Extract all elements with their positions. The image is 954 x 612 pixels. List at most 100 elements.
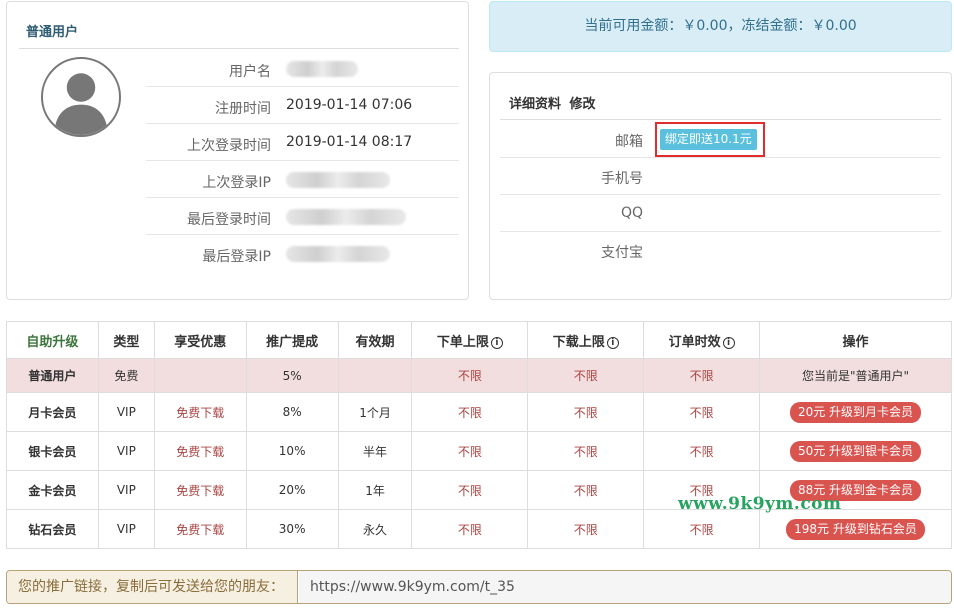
type-cell: 免费 [97, 358, 155, 393]
edit-profile-link[interactable]: 修改 [570, 97, 596, 112]
order-time-cell: 不限 [643, 509, 761, 549]
header-download-limit-text: 下载上限 [552, 334, 605, 350]
bind-email-button[interactable]: 绑定即送10.1元 [660, 129, 757, 150]
order-time-cell: 不限 [643, 431, 761, 471]
detail-title-text: 详细资料 [509, 97, 562, 112]
info-row-username: 用户名 [146, 50, 459, 87]
profile-title: 普通用户 [19, 19, 459, 49]
register-time-value: 2019-01-14 07:06 [286, 97, 413, 113]
profile-panel: 普通用户 用户名 注册时间 2019-01-14 07:06 上次登录时间 20… [6, 1, 469, 300]
level-cell: 银卡会员 [6, 431, 99, 471]
validity-cell [337, 358, 413, 393]
header-benefit: 享受优惠 [153, 321, 247, 359]
action-cell: 50元 升级到银卡会员 [759, 431, 952, 471]
action-cell: 20元 升级到月卡会员 [759, 392, 952, 432]
register-time-label: 注册时间 [215, 101, 271, 117]
info-row-last-login-ip: 上次登录IP [146, 161, 459, 198]
balance-panel: 当前可用金额：￥0.00，冻结金额：￥0.00 [489, 1, 952, 52]
order-time-cell: 不限 [643, 358, 761, 393]
type-cell: VIP [97, 392, 155, 432]
level-cell: 普通用户 [6, 358, 99, 393]
detail-row-alipay: 支付宝 [500, 232, 941, 269]
detail-info: 邮箱 绑定即送10.1元 手机号 QQ 支付宝 [500, 121, 941, 269]
type-cell: VIP [97, 431, 155, 471]
action-cell: 88元 升级到金卡会员 [759, 470, 952, 510]
type-cell: VIP [97, 470, 155, 510]
header-validity: 有效期 [337, 321, 413, 359]
info-row-last-login-time: 上次登录时间 2019-01-14 08:17 [146, 124, 459, 161]
username-label: 用户名 [229, 64, 271, 80]
table-header-row: 自助升级 类型 享受优惠 推广提成 有效期 下单上限 i 下载上限 i 订单时效 i … [6, 321, 952, 359]
profile-info: 用户名 注册时间 2019-01-14 07:06 上次登录时间 2019-01… [146, 50, 459, 272]
table-row-silver: 银卡会员 VIP 免费下载 10% 半年 不限 不限 不限 50元 升级到银卡会… [6, 431, 952, 471]
commission-cell: 10% [245, 431, 339, 471]
referral-bar: 您的推广链接，复制后可发送给您的朋友： [6, 570, 952, 604]
validity-cell: 1个月 [337, 392, 413, 432]
bind-email-highlight: 绑定即送10.1元 [655, 122, 765, 157]
header-self-upgrade: 自助升级 [6, 321, 99, 359]
table-row-monthly: 月卡会员 VIP 免费下载 8% 1个月 不限 不限 不限 20元 升级到月卡会… [6, 392, 952, 432]
final-login-ip-value-redacted [286, 246, 390, 262]
avatar [41, 57, 121, 137]
username-value-redacted [286, 61, 358, 77]
validity-cell: 1年 [337, 470, 413, 510]
type-cell: VIP [97, 509, 155, 549]
detail-row-qq: QQ [500, 195, 941, 232]
detail-panel: 详细资料 修改 邮箱 绑定即送10.1元 手机号 QQ 支付宝 [489, 72, 952, 300]
header-order-limit: 下单上限 i [411, 321, 529, 359]
email-label: 邮箱 [615, 134, 643, 150]
level-cell: 金卡会员 [6, 470, 99, 510]
info-row-register-time: 注册时间 2019-01-14 07:06 [146, 87, 459, 124]
order-limit-cell: 不限 [411, 358, 529, 393]
upgrade-silver-button[interactable]: 50元 升级到银卡会员 [789, 440, 922, 462]
order-limit-cell: 不限 [411, 509, 529, 549]
upgrade-gold-button[interactable]: 88元 升级到金卡会员 [789, 479, 922, 501]
download-limit-info-icon[interactable]: i [606, 336, 619, 349]
benefit-cell: 免费下载 [153, 509, 247, 549]
upgrade-monthly-button[interactable]: 20元 升级到月卡会员 [789, 401, 922, 423]
download-limit-cell: 不限 [527, 358, 645, 393]
order-time-cell: 不限 [643, 392, 761, 432]
order-time-info-icon[interactable]: i [722, 336, 735, 349]
alipay-label: 支付宝 [601, 245, 643, 261]
info-row-final-login-ip: 最后登录IP [146, 235, 459, 272]
table-row-gold: 金卡会员 VIP 免费下载 20% 1年 不限 不限 不限 88元 升级到金卡会… [6, 470, 952, 510]
validity-cell: 半年 [337, 431, 413, 471]
order-limit-info-icon[interactable]: i [490, 336, 503, 349]
order-limit-cell: 不限 [411, 470, 529, 510]
upgrade-table: 自助升级 类型 享受优惠 推广提成 有效期 下单上限 i 下载上限 i 订单时效 i … [6, 321, 952, 549]
upgrade-diamond-button[interactable]: 198元 升级到钻石会员 [786, 518, 925, 540]
last-login-time-value: 2019-01-14 08:17 [286, 134, 413, 150]
benefit-cell: 免费下载 [153, 470, 247, 510]
benefit-cell [153, 358, 247, 393]
commission-cell: 20% [245, 470, 339, 510]
final-login-time-label: 最后登录时间 [187, 212, 271, 228]
benefit-cell: 免费下载 [153, 392, 247, 432]
commission-cell: 5% [245, 358, 339, 393]
download-limit-cell: 不限 [527, 431, 645, 471]
last-login-time-label: 上次登录时间 [187, 138, 271, 154]
last-login-ip-label: 上次登录IP [202, 175, 271, 191]
validity-cell: 永久 [337, 509, 413, 549]
table-row-diamond: 钻石会员 VIP 免费下载 30% 永久 不限 不限 不限 198元 升级到钻石… [6, 509, 952, 549]
phone-label: 手机号 [601, 171, 643, 187]
benefit-cell: 免费下载 [153, 431, 247, 471]
order-limit-cell: 不限 [411, 431, 529, 471]
last-login-ip-value-redacted [286, 172, 390, 188]
table-row-normal-user: 普通用户 免费 5% 不限 不限 不限 您当前是"普通用户" [6, 358, 952, 393]
referral-link-input[interactable] [299, 571, 951, 603]
final-login-ip-label: 最后登录IP [202, 249, 271, 265]
detail-title: 详细资料 修改 [500, 92, 941, 120]
action-cell: 198元 升级到钻石会员 [759, 509, 952, 549]
info-row-final-login-time: 最后登录时间 [146, 198, 459, 235]
header-order-time-text: 订单时效 [668, 334, 721, 350]
download-limit-cell: 不限 [527, 509, 645, 549]
detail-row-email: 邮箱 绑定即送10.1元 [500, 121, 941, 158]
final-login-time-value-redacted [286, 209, 406, 225]
referral-label: 您的推广链接，复制后可发送给您的朋友： [7, 571, 298, 603]
header-download-limit: 下载上限 i [527, 321, 645, 359]
header-action: 操作 [759, 321, 952, 359]
header-order-time: 订单时效 i [643, 321, 761, 359]
header-type: 类型 [97, 321, 155, 359]
qq-label: QQ [620, 205, 643, 221]
